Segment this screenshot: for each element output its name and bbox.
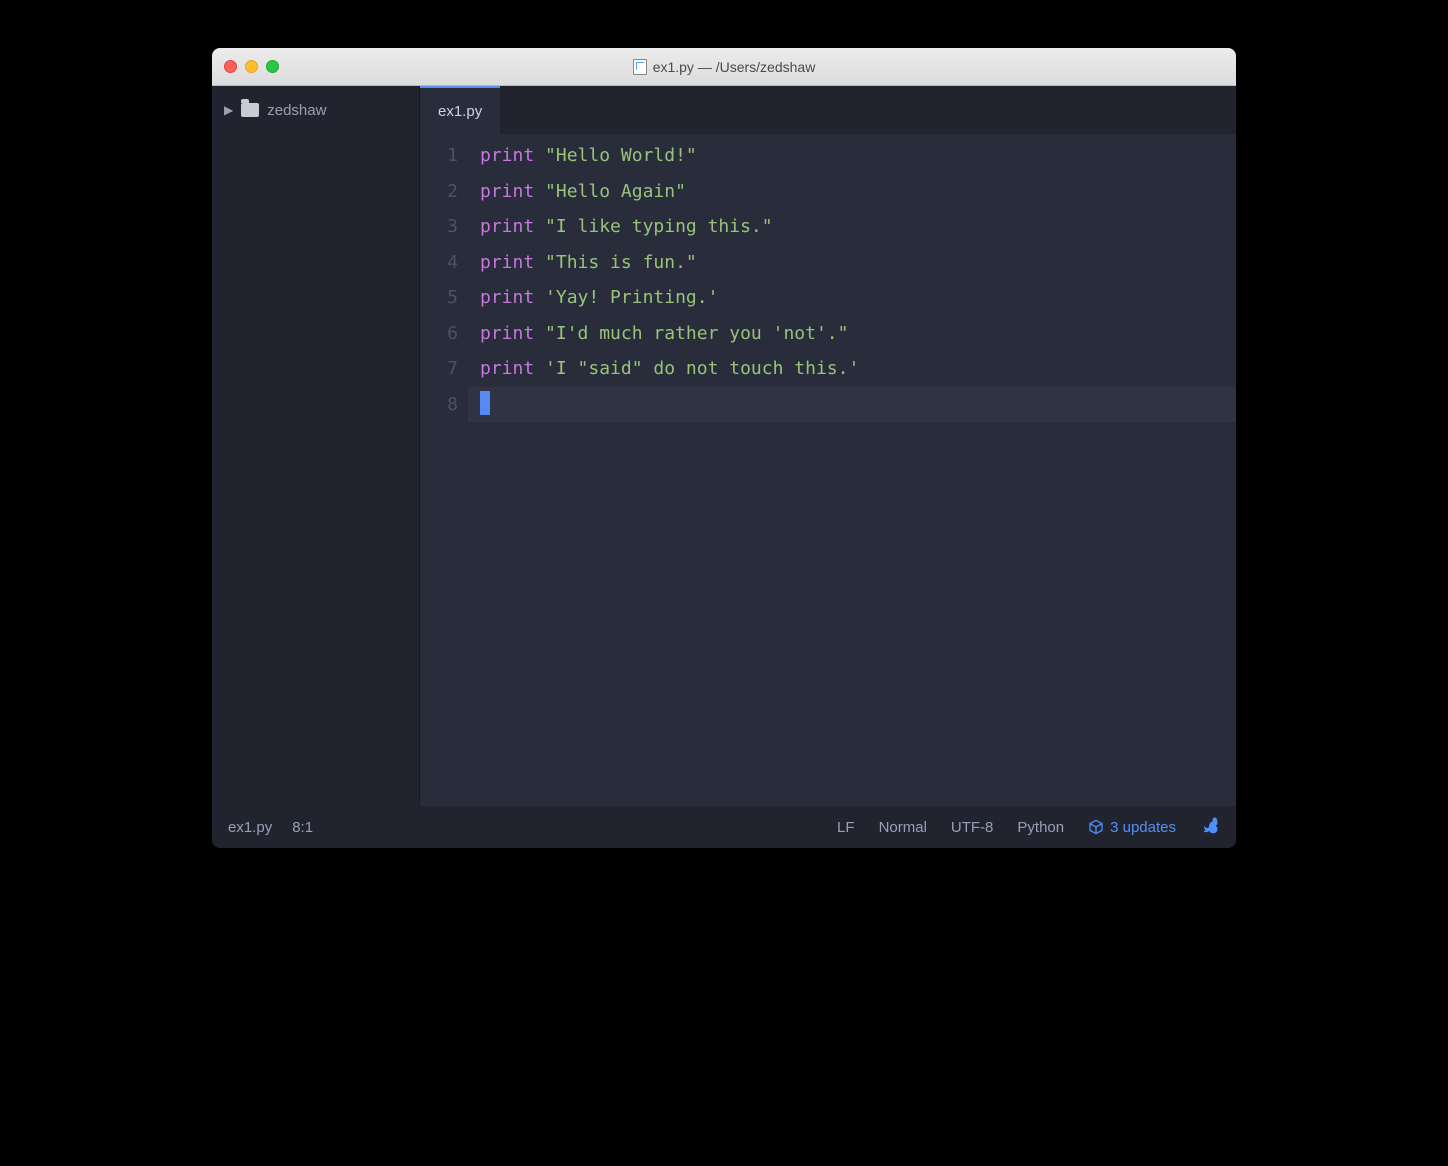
- code-line[interactable]: print 'Yay! Printing.': [468, 280, 1236, 316]
- status-right: LF Normal UTF-8 Python 3 updates: [837, 815, 1220, 840]
- titlebar: ex1.py — /Users/zedshaw: [212, 48, 1236, 86]
- string-token: "I'd much rather you 'not'.": [545, 323, 848, 344]
- chevron-right-icon: ▶: [224, 103, 233, 117]
- status-language[interactable]: Python: [1017, 819, 1064, 836]
- package-icon: [1088, 819, 1104, 835]
- window-title: ex1.py — /Users/zedshaw: [212, 59, 1236, 75]
- keyword-token: print: [480, 252, 534, 273]
- window-body: ▶ zedshaw ex1.py 12345678 print "Hello W…: [212, 86, 1236, 806]
- code-line[interactable]: print 'I "said" do not touch this.': [468, 351, 1236, 387]
- status-updates[interactable]: 3 updates: [1088, 819, 1176, 836]
- code-line[interactable]: [468, 387, 1236, 423]
- code-editor[interactable]: 12345678 print "Hello World!"print "Hell…: [420, 134, 1236, 806]
- window-title-text: ex1.py — /Users/zedshaw: [653, 59, 816, 75]
- text-cursor: [480, 391, 490, 415]
- traffic-lights: [212, 60, 279, 73]
- line-number: 4: [420, 245, 458, 281]
- keyword-token: print: [480, 216, 534, 237]
- code-line[interactable]: print "Hello Again": [468, 174, 1236, 210]
- string-token: "Hello Again": [545, 181, 686, 202]
- folder-icon: [241, 103, 259, 117]
- line-number: 3: [420, 209, 458, 245]
- status-updates-text: 3 updates: [1110, 819, 1176, 836]
- code-line[interactable]: print "I'd much rather you 'not'.": [468, 316, 1236, 352]
- line-number-gutter: 12345678: [420, 138, 468, 806]
- status-line-ending[interactable]: LF: [837, 819, 855, 836]
- minimize-window-button[interactable]: [245, 60, 258, 73]
- string-token: 'I "said" do not touch this.': [545, 358, 859, 379]
- tab-label: ex1.py: [438, 103, 482, 120]
- line-number: 7: [420, 351, 458, 387]
- line-number: 8: [420, 387, 458, 423]
- status-whitespace[interactable]: Normal: [879, 819, 927, 836]
- status-filename[interactable]: ex1.py: [228, 819, 272, 836]
- string-token: "I like typing this.": [545, 216, 773, 237]
- status-cursor-position[interactable]: 8:1: [292, 819, 313, 836]
- code-area[interactable]: print "Hello World!"print "Hello Again"p…: [468, 138, 1236, 806]
- code-line[interactable]: print "I like typing this.": [468, 209, 1236, 245]
- editor-window: ex1.py — /Users/zedshaw ▶ zedshaw ex1.py…: [212, 48, 1236, 848]
- string-token: 'Yay! Printing.': [545, 287, 718, 308]
- tab-bar: ex1.py: [420, 86, 1236, 134]
- keyword-token: print: [480, 287, 534, 308]
- line-number: 5: [420, 280, 458, 316]
- line-number: 2: [420, 174, 458, 210]
- keyword-token: print: [480, 145, 534, 166]
- squirrel-icon[interactable]: [1200, 815, 1220, 840]
- zoom-window-button[interactable]: [266, 60, 279, 73]
- line-number: 6: [420, 316, 458, 352]
- keyword-token: print: [480, 181, 534, 202]
- tab-ex1[interactable]: ex1.py: [420, 86, 500, 134]
- file-icon: [633, 59, 647, 75]
- project-root-row[interactable]: ▶ zedshaw: [212, 86, 419, 134]
- code-line[interactable]: print "Hello World!": [468, 138, 1236, 174]
- status-encoding[interactable]: UTF-8: [951, 819, 994, 836]
- sidebar[interactable]: ▶ zedshaw: [212, 86, 419, 806]
- string-token: "This is fun.": [545, 252, 697, 273]
- editor-pane: ex1.py 12345678 print "Hello World!"prin…: [419, 86, 1236, 806]
- keyword-token: print: [480, 358, 534, 379]
- close-window-button[interactable]: [224, 60, 237, 73]
- status-bar: ex1.py 8:1 LF Normal UTF-8 Python 3 upda…: [212, 806, 1236, 848]
- status-left: ex1.py 8:1: [228, 819, 313, 836]
- line-number: 1: [420, 138, 458, 174]
- code-line[interactable]: print "This is fun.": [468, 245, 1236, 281]
- keyword-token: print: [480, 323, 534, 344]
- string-token: "Hello World!": [545, 145, 697, 166]
- project-root-label: zedshaw: [267, 102, 326, 119]
